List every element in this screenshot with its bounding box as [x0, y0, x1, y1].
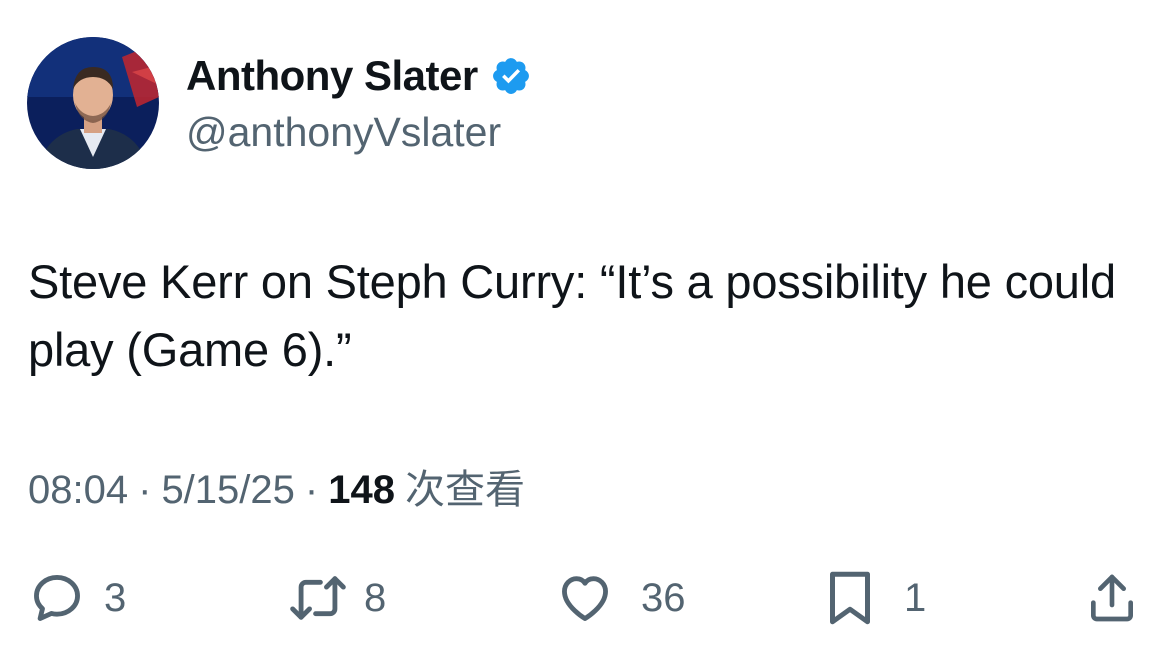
reply-icon — [34, 575, 80, 621]
author-name[interactable]: Anthony Slater — [186, 52, 478, 100]
reply-count: 3 — [104, 575, 127, 620]
like-count: 36 — [641, 575, 686, 620]
bookmark-button[interactable]: 1 — [824, 566, 926, 630]
like-button[interactable]: 36 — [555, 566, 686, 630]
tweet-time[interactable]: 08:04 — [28, 466, 128, 514]
repost-icon — [290, 576, 346, 620]
verified-badge-icon[interactable] — [490, 55, 532, 97]
repost-count: 8 — [364, 575, 387, 620]
reply-button[interactable]: 3 — [28, 566, 126, 630]
meta-separator: · — [138, 468, 152, 512]
meta-separator: · — [304, 468, 319, 512]
tweet-text: Steve Kerr on Steph Curry: “It’s a possi… — [28, 255, 1116, 376]
share-icon — [1091, 574, 1133, 622]
bookmark-count: 1 — [904, 575, 927, 620]
views-count: 148 — [328, 468, 395, 512]
author-handle[interactable]: @anthonyVslater — [186, 108, 501, 156]
author-avatar[interactable] — [27, 37, 159, 169]
avatar-image — [27, 37, 159, 169]
tweet-meta: 08:04 · 5/15/25 · 148 次查看 — [28, 466, 525, 514]
tweet-actions-bar: 3 8 36 1 — [0, 566, 1170, 630]
heart-icon — [562, 576, 608, 621]
bookmark-icon — [830, 571, 870, 625]
repost-button[interactable]: 8 — [286, 566, 386, 630]
author-name-row: Anthony Slater — [186, 52, 532, 100]
tweet-date[interactable]: 5/15/25 — [161, 466, 294, 514]
views-label: 次查看 — [404, 468, 525, 512]
share-button[interactable] — [1084, 566, 1140, 630]
